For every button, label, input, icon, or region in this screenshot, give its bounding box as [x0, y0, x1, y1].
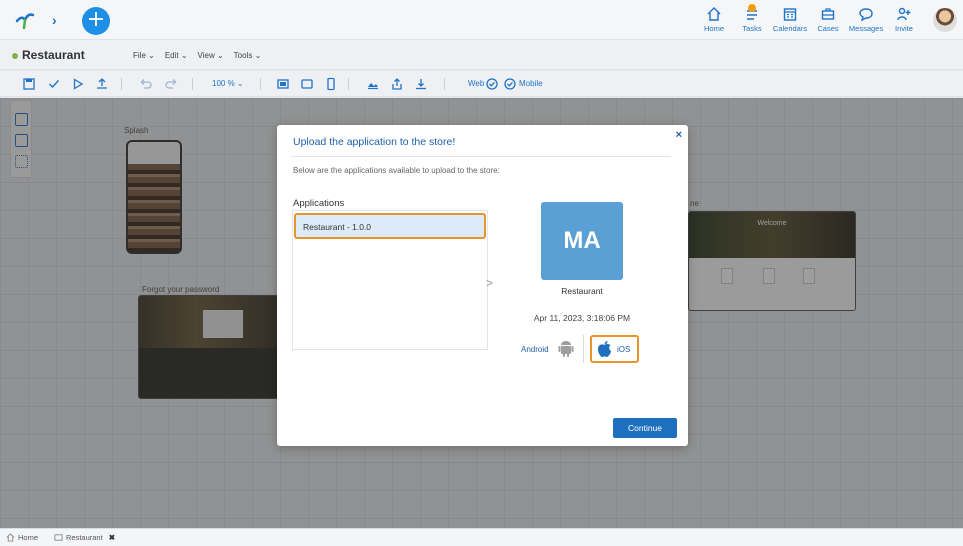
- document-title-bar: Restaurant File ⌄ Edit ⌄ View ⌄ Tools ⌄: [0, 40, 963, 70]
- toolbar-divider: [348, 78, 349, 90]
- app-logo-icon[interactable]: [14, 9, 36, 31]
- nav-calendars-label: Calendars: [772, 24, 808, 33]
- web-toggle-label[interactable]: Web: [468, 79, 484, 88]
- ios-option-label: iOS: [617, 345, 631, 354]
- toolbar-divider: [260, 78, 261, 90]
- download-icon[interactable]: [414, 77, 428, 91]
- continue-button[interactable]: Continue: [613, 418, 677, 438]
- applications-list: Restaurant - 1.0.0: [292, 210, 488, 350]
- page-icon: [54, 534, 63, 541]
- top-app-bar: › + Home Tasks Calendars Cases Messages …: [0, 0, 963, 40]
- android-icon[interactable]: [558, 339, 574, 357]
- mobile-check-icon[interactable]: [503, 77, 517, 91]
- menu-file[interactable]: File ⌄: [133, 51, 155, 60]
- app-name: Restaurant: [561, 286, 603, 296]
- user-avatar[interactable]: [933, 8, 957, 32]
- web-check-icon[interactable]: [485, 77, 499, 91]
- play-icon[interactable]: [71, 77, 85, 91]
- undo-icon[interactable]: [139, 77, 153, 91]
- calendar-icon: [783, 8, 797, 21]
- menu-bar: File ⌄ Edit ⌄ View ⌄ Tools ⌄: [133, 51, 261, 60]
- share-icon[interactable]: [390, 77, 404, 91]
- image-icon[interactable]: [366, 77, 380, 91]
- zoom-select[interactable]: 100 % ⌄: [212, 79, 244, 88]
- nav-cases-label: Cases: [817, 24, 839, 33]
- dialog-divider: [291, 156, 671, 157]
- app-date: Apr 11, 2023, 3:18:06 PM: [533, 313, 631, 323]
- cases-icon: [821, 8, 835, 20]
- toolbar-divider: [192, 78, 193, 90]
- dialog-title: Upload the application to the store!: [293, 136, 456, 148]
- tab-home-label: Home: [18, 533, 39, 542]
- check-icon[interactable]: [47, 77, 61, 91]
- toolbar-divider: [444, 78, 445, 90]
- toolbar-divider: [121, 78, 122, 90]
- status-dot: [12, 53, 18, 59]
- nav-calendars[interactable]: Calendars: [771, 0, 809, 33]
- apple-icon: [598, 341, 611, 357]
- close-tab-icon[interactable]: ✖: [109, 533, 115, 542]
- top-navigation: Home Tasks Calendars Cases Messages Invi…: [695, 0, 963, 40]
- tab-home[interactable]: Home: [6, 533, 38, 542]
- redo-icon[interactable]: [164, 77, 178, 91]
- editor-toolbar: 100 % ⌄ Web Mobile: [0, 71, 963, 97]
- desktop-view-icon[interactable]: [276, 77, 290, 91]
- tasks-badge: [748, 4, 756, 12]
- nav-tasks[interactable]: Tasks: [733, 0, 771, 33]
- tablet-view-icon[interactable]: [300, 77, 314, 91]
- home-icon: [6, 533, 15, 542]
- applications-heading: Applications: [293, 198, 345, 209]
- tab-restaurant-label: Restaurant: [66, 533, 103, 542]
- expand-chevron-icon[interactable]: ›: [52, 12, 57, 28]
- nav-invite-label: Invite: [895, 24, 913, 33]
- app-icon: MA: [541, 202, 623, 280]
- ios-option[interactable]: iOS: [590, 335, 639, 363]
- page-title: Restaurant: [22, 48, 85, 62]
- menu-view[interactable]: View ⌄: [198, 51, 224, 60]
- nav-tasks-label: Tasks: [742, 24, 762, 33]
- bottom-tab-bar: Home Restaurant ✖: [0, 528, 963, 546]
- upload-to-store-dialog: Upload the application to the store! × B…: [277, 125, 688, 446]
- nav-cases[interactable]: Cases: [809, 0, 847, 33]
- phone-view-icon[interactable]: [324, 77, 338, 91]
- tab-restaurant[interactable]: Restaurant ✖: [54, 533, 115, 542]
- invite-icon: [897, 7, 911, 21]
- home-icon: [707, 7, 721, 21]
- publish-icon[interactable]: [95, 77, 109, 91]
- nav-home[interactable]: Home: [695, 0, 733, 33]
- platform-divider: [583, 335, 584, 363]
- messages-icon: [859, 8, 873, 22]
- close-icon[interactable]: ×: [676, 129, 682, 141]
- nav-invite[interactable]: Invite: [885, 0, 923, 33]
- nav-messages[interactable]: Messages: [847, 0, 885, 33]
- save-icon[interactable]: [22, 77, 36, 91]
- nav-messages-label: Messages: [848, 24, 884, 33]
- application-item-restaurant[interactable]: Restaurant - 1.0.0: [294, 213, 486, 239]
- nav-home-label: Home: [703, 24, 724, 33]
- chevron-right-icon: >: [486, 276, 494, 290]
- create-new-button[interactable]: +: [82, 7, 110, 35]
- menu-tools[interactable]: Tools ⌄: [234, 51, 262, 60]
- android-option-label[interactable]: Android: [521, 345, 549, 354]
- menu-edit[interactable]: Edit ⌄: [165, 51, 188, 60]
- mobile-toggle-label[interactable]: Mobile: [519, 79, 543, 88]
- dialog-description: Below are the applications available to …: [293, 166, 500, 175]
